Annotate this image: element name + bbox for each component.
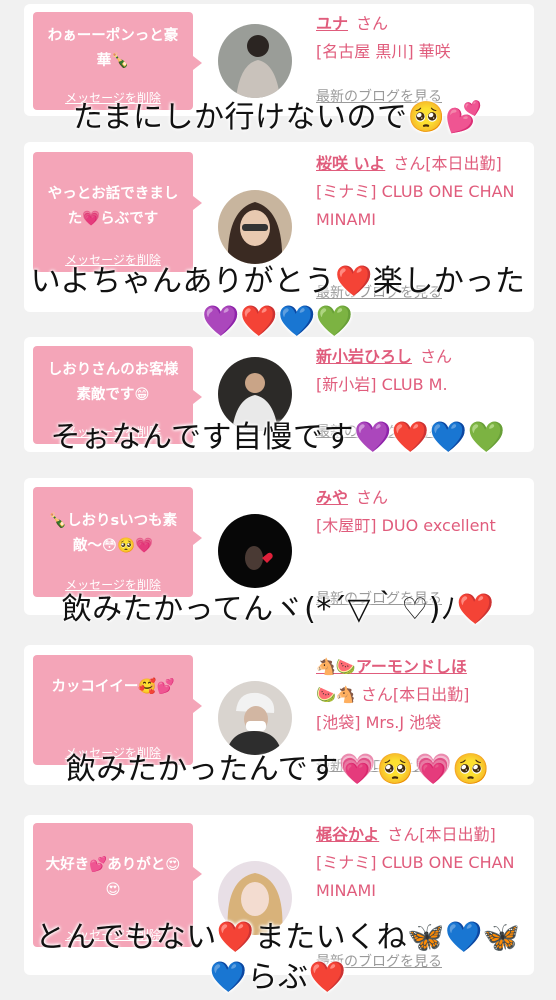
overlay-caption: 飲みたかったんです💗🥺💗🥺 (65, 752, 491, 787)
shop-name: [名古屋 黒川] 華咲 (316, 42, 451, 61)
overlay-caption: とんでもない❤️またいくね🦋💙🦋💙らぶ❤️ (35, 920, 521, 995)
cast-name-link[interactable]: 🐴🍉アーモンドしほ (316, 657, 467, 676)
cast-info: みや さん [木屋町] DUO excellent (316, 484, 526, 540)
honorific: さん (420, 347, 453, 366)
overlay-caption: たまにしか行けないので🥺💕 (72, 100, 484, 135)
message-text: しおりさんのお客様素敵です😁 (47, 362, 179, 403)
cast-name-link[interactable]: 新小岩ひろし (316, 347, 412, 366)
cast-info: 🐴🍉アーモンドしほ 🍉🐴 さん[本日出勤] [池袋] Mrs.J 池袋 (316, 653, 526, 737)
honorific: さん (356, 14, 389, 33)
avatar[interactable] (218, 190, 292, 264)
shop-name: [池袋] Mrs.J 池袋 (316, 713, 442, 732)
cast-info: ユナ さん [名古屋 黒川] 華咲 (316, 10, 526, 66)
overlay-caption: そぉなんです自慢です💜❤️💙💚 (50, 420, 506, 455)
cast-name-link[interactable]: 桜咲 いよ (316, 154, 385, 173)
message-text: やっとお話できました💗らぶです (47, 186, 179, 227)
shop-name: [新小岩] CLUB M. (316, 375, 448, 394)
shop-name: [ミナミ] CLUB ONE CHAN MINAMI (316, 853, 515, 900)
honorific: さん[本日出勤] (387, 825, 496, 844)
message-bubble: カッコイイー🥰💕 メッセージを削除 (33, 655, 202, 765)
cast-name-link[interactable]: 梶谷かよ (316, 825, 379, 844)
overlay-caption: いよちゃんありがとう❤️楽しかった💜❤️💙💚 (30, 264, 526, 339)
shop-name: [木屋町] DUO excellent (316, 516, 496, 535)
message-text: わぁーーポンっと豪華🍾 (47, 28, 179, 69)
avatar[interactable] (218, 24, 292, 98)
honorific: 🍉🐴 さん[本日出勤] (316, 685, 470, 704)
avatar[interactable] (218, 681, 292, 755)
avatar[interactable] (218, 514, 292, 588)
cast-info: 新小岩ひろし さん [新小岩] CLUB M. (316, 343, 526, 399)
overlay-caption: 飲みたかってんヾ(*´▽｀♡)ﾉ❤️ (61, 592, 495, 627)
message-bubble: わぁーーポンっと豪華🍾 メッセージを削除 (33, 12, 202, 110)
honorific: さん[本日出勤] (393, 154, 502, 173)
cast-info: 梶谷かよ さん[本日出勤] [ミナミ] CLUB ONE CHAN MINAMI (316, 821, 526, 905)
message-bubble: 🍾しおりsいつも素敵〜😳🥺💗 メッセージを削除 (33, 487, 202, 597)
message-text: カッコイイー🥰💕 (51, 679, 175, 695)
shop-name: [ミナミ] CLUB ONE CHAN MINAMI (316, 182, 515, 229)
message-text: 🍾しおりsいつも素敵〜😳🥺💗 (48, 513, 178, 554)
message-text: 大好き💕ありがと😍😍 (45, 857, 181, 898)
cast-name-link[interactable]: みや (316, 488, 348, 507)
message-bubble: やっとお話できました💗らぶです メッセージを削除 (33, 152, 202, 272)
cast-info: 桜咲 いよ さん[本日出勤] [ミナミ] CLUB ONE CHAN MINAMI (316, 150, 526, 234)
cast-name-link[interactable]: ユナ (316, 14, 348, 33)
honorific: さん (356, 488, 389, 507)
